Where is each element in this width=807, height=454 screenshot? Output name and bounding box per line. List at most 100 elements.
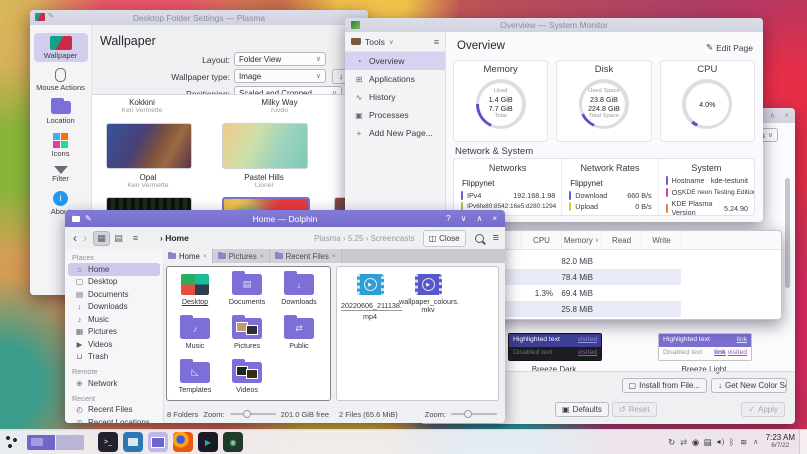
zoom-slider[interactable] <box>230 413 276 415</box>
tab-recent-files[interactable]: Recent Files × <box>270 249 342 263</box>
wallpaper-thumbnail-pastel-hills[interactable] <box>222 123 308 169</box>
task-blue-app[interactable] <box>123 432 143 452</box>
app-launcher-button[interactable] <box>5 435 19 449</box>
folder-desktop[interactable]: Desktop <box>169 270 221 314</box>
file-mp4[interactable]: ▶ 20220606_211138. mp4 <box>341 270 399 322</box>
screen-record-tray-icon[interactable]: ◉ <box>690 437 702 448</box>
places-item-desktop[interactable]: ▢Desktop <box>68 276 160 289</box>
sidebar-item-icons[interactable]: Icons <box>34 130 88 160</box>
volume-tray-icon[interactable]: ◄) <box>714 439 726 446</box>
install-from-file-button[interactable]: ▢ Install from File... <box>622 378 707 393</box>
network-tray-icon[interactable]: ⇄ <box>678 437 690 448</box>
tab-close-icon[interactable]: × <box>203 253 207 260</box>
minimize-icon[interactable]: ∨ <box>461 214 467 223</box>
wallpaper-name[interactable]: Opal <box>106 173 190 182</box>
breadcrumb[interactable]: › Home <box>160 233 189 243</box>
hamburger-icon[interactable]: ≡ <box>493 232 499 244</box>
tab-close-icon[interactable]: × <box>260 253 264 260</box>
tab-home[interactable]: Home × <box>163 249 213 263</box>
hamburger-icon[interactable]: ≡ <box>434 37 439 47</box>
reset-button[interactable]: ↺ Reset <box>612 402 657 417</box>
get-new-color-schemes-button[interactable]: ↓ Get New Color Schemes... <box>711 378 787 393</box>
sidebar-item-filter[interactable]: Filter <box>34 163 88 185</box>
bluetooth-tray-icon[interactable]: ᛒ <box>726 437 738 447</box>
folder-templates[interactable]: ◺ Templates <box>169 358 221 402</box>
scheme-preview-breeze-light[interactable]: Highlighted text link Disabled text link… <box>658 333 752 361</box>
show-desktop-button[interactable] <box>799 430 807 454</box>
sidebar-item-wallpaper[interactable]: Wallpaper <box>34 33 88 62</box>
places-item-home[interactable]: ⌂Home <box>68 263 160 276</box>
help-icon[interactable]: ? <box>446 214 450 223</box>
wallpaper-name[interactable]: Milky Way <box>237 98 322 107</box>
titlebar-desktop-folder-settings[interactable]: ✎ Desktop Folder Settings — Plasma <box>30 10 368 25</box>
nav-item-overview[interactable]: ◔ Overview <box>345 52 445 70</box>
sidebar-item-location[interactable]: Location <box>34 98 88 127</box>
forward-button[interactable]: › <box>83 231 87 245</box>
wallpaper-name[interactable]: Pastel Hills <box>222 173 306 182</box>
wallpaper-name[interactable]: Kokkini <box>102 98 182 107</box>
nav-item-processes[interactable]: ▣ Processes <box>345 106 445 124</box>
task-kdenlive[interactable]: ▶ <box>198 432 218 452</box>
pager-desktop-1[interactable] <box>27 435 55 450</box>
edit-page-button[interactable]: ✎ Edit Page <box>706 42 753 53</box>
pager-desktop-2[interactable] <box>56 435 84 450</box>
search-icon[interactable] <box>475 234 484 243</box>
titlebar-system-monitor[interactable]: Overview — System Monitor <box>345 18 763 32</box>
tab-pictures[interactable]: Pictures × <box>213 249 270 263</box>
read-column-header[interactable]: Read <box>602 231 642 249</box>
places-item-recent-locations[interactable]: ◷Recent Locations <box>68 416 160 423</box>
places-item-trash[interactable]: ⊔Trash <box>68 351 160 364</box>
folder-music[interactable]: ♪ Music <box>169 314 221 358</box>
close-icon[interactable]: × <box>784 111 789 120</box>
scrollbar[interactable] <box>785 178 790 288</box>
close-icon[interactable]: × <box>492 214 497 223</box>
clock[interactable]: 7:23 AM 6/7/22 <box>766 434 795 449</box>
folder-videos[interactable]: Videos <box>221 358 273 402</box>
task-system-settings-active[interactable] <box>148 432 168 452</box>
folder-public[interactable]: ⇄ Public <box>273 314 325 358</box>
places-item-music[interactable]: ♪Music <box>68 313 160 326</box>
defaults-button[interactable]: ▣ Defaults <box>555 402 609 417</box>
nav-item-applications[interactable]: ⊞ Applications <box>345 70 445 88</box>
task-green-app[interactable]: ◉ <box>223 432 243 452</box>
titlebar-dolphin[interactable]: ✎ Home — Dolphin ? ∨ ∧ × <box>65 210 505 227</box>
clipboard-tray-icon[interactable]: ▤ <box>702 437 714 448</box>
folder-documents[interactable]: ▤ Documents <box>221 270 273 314</box>
folder-downloads[interactable]: ↓ Downloads <box>273 270 325 314</box>
icons-view-button[interactable]: ▦ <box>93 231 110 246</box>
tab-close-icon[interactable]: × <box>332 253 336 260</box>
breadcrumb-secondary[interactable]: Plasma › 5.25 › Screencasts <box>314 234 414 243</box>
wifi-tray-icon[interactable]: ≋ <box>738 437 750 448</box>
places-item-recent-files[interactable]: ◴Recent Files <box>68 404 160 417</box>
maximize-icon[interactable]: ∧ <box>476 214 482 223</box>
places-item-videos[interactable]: ▶Videos <box>68 338 160 351</box>
updates-tray-icon[interactable]: ↻ <box>666 437 678 448</box>
close-split-view-button[interactable]: ◫ Close <box>423 230 466 247</box>
compact-view-button[interactable]: ▤ <box>110 231 127 246</box>
places-item-documents[interactable]: ▤Documents <box>68 288 160 301</box>
tools-menu[interactable]: Tools <box>365 37 385 47</box>
task-konsole[interactable]: >_ <box>98 432 118 452</box>
zoom-slider[interactable] <box>451 413 497 415</box>
maximize-icon[interactable]: ∧ <box>769 111 775 120</box>
sidebar-item-mouse-actions[interactable]: Mouse Actions <box>34 65 88 94</box>
back-button[interactable]: ‹ <box>73 231 77 245</box>
nav-item-history[interactable]: ∿ History <box>345 88 445 106</box>
nav-item-add-new-page[interactable]: + Add New Page... <box>345 124 445 142</box>
layout-combobox[interactable]: Folder View ∨ <box>234 52 326 66</box>
wallpaper-type-combobox[interactable]: Image ∨ <box>234 69 326 83</box>
places-item-network[interactable]: ⊕Network <box>68 377 160 390</box>
tray-expand-icon[interactable]: ∧ <box>750 438 762 446</box>
details-view-button[interactable]: ≡ <box>127 231 144 246</box>
places-item-pictures[interactable]: ▦Pictures <box>68 326 160 339</box>
write-column-header[interactable]: Write <box>642 231 682 249</box>
file-mkv[interactable]: ▶ wallpaper_colours. mkv <box>399 270 457 322</box>
memory-column-header[interactable]: Memory ∨ <box>562 231 602 249</box>
scheme-preview-breeze-dark[interactable]: Highlighted text visited Disabled text v… <box>508 333 602 361</box>
apply-button[interactable]: ✓ Apply <box>741 402 785 417</box>
task-firefox[interactable] <box>173 432 193 452</box>
folder-pictures[interactable]: Pictures <box>221 314 273 358</box>
wallpaper-thumbnail-opal[interactable] <box>106 123 192 169</box>
virtual-desktop-pager[interactable] <box>27 435 84 450</box>
cpu-column-header[interactable]: CPU <box>522 231 562 249</box>
